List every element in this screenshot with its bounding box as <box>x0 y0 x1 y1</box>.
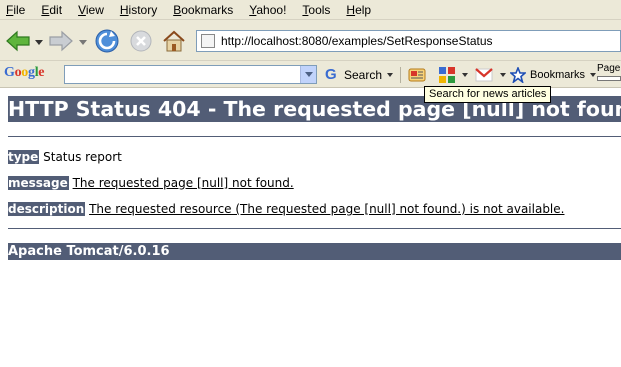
url-text: http://localhost:8080/examples/SetRespon… <box>221 34 493 48</box>
gmail-icon[interactable] <box>475 66 493 84</box>
pagerank-bar <box>597 76 621 81</box>
menu-view[interactable]: View <box>78 0 104 20</box>
stop-icon <box>130 30 152 52</box>
type-value: Status report <box>43 150 122 164</box>
google-logo[interactable]: Google <box>4 65 45 81</box>
google-apps-icon[interactable] <box>438 66 456 84</box>
toolbar-separator <box>400 67 401 83</box>
forward-arrow-icon <box>49 30 73 52</box>
bookmarks-dropdown-arrow <box>590 72 597 77</box>
menu-help[interactable]: Help <box>346 0 371 20</box>
divider <box>8 136 621 137</box>
pagerank-label: PageRank <box>597 64 621 74</box>
divider <box>8 228 621 229</box>
tooltip: Search for news articles <box>424 86 552 103</box>
menu-yahoo[interactable]: Yahoo! <box>249 0 286 20</box>
bookmarks-button[interactable]: Bookmarks <box>510 65 597 84</box>
reload-button[interactable] <box>93 27 121 55</box>
google-toolbar: Google G Search Bookmarks Page <box>0 62 621 88</box>
page-favicon-icon <box>201 34 215 48</box>
reload-icon <box>95 29 119 53</box>
bookmarks-label: Bookmarks <box>530 68 586 81</box>
menu-bookmarks[interactable]: Bookmarks <box>173 0 233 20</box>
type-row: type Status report <box>8 150 122 165</box>
description-value: The requested resource (The requested pa… <box>89 202 565 216</box>
message-row: message The requested page [null] not fo… <box>8 176 294 191</box>
bookmark-star-icon <box>510 66 526 83</box>
message-value: The requested page [null] not found. <box>72 176 294 190</box>
description-label: description <box>8 202 86 216</box>
type-label: type <box>8 150 40 164</box>
back-history-dropdown[interactable] <box>35 38 43 46</box>
gmail-dropdown-arrow[interactable] <box>500 73 506 77</box>
search-history-dropdown[interactable] <box>300 66 316 83</box>
menu-history[interactable]: History <box>120 0 157 20</box>
google-search-input[interactable] <box>64 65 317 84</box>
menu-tools[interactable]: Tools <box>302 0 330 20</box>
address-bar[interactable]: http://localhost:8080/examples/SetRespon… <box>196 30 621 52</box>
google-search-button[interactable]: G Search <box>325 65 394 84</box>
search-button-label: Search <box>344 67 383 82</box>
news-icon[interactable] <box>408 66 426 84</box>
page-content: HTTP Status 404 - The requested page [nu… <box>0 89 621 367</box>
stop-button[interactable] <box>127 27 155 55</box>
search-options-arrow[interactable] <box>387 72 394 77</box>
menu-edit[interactable]: Edit <box>41 0 62 20</box>
back-button[interactable] <box>4 27 32 55</box>
message-label: message <box>8 176 69 190</box>
browser-chrome: File Edit View History Bookmarks Yahoo! … <box>0 0 621 88</box>
forward-history-dropdown[interactable] <box>79 38 87 46</box>
description-row: description The requested resource (The … <box>8 202 564 217</box>
menu-file[interactable]: File <box>6 0 25 20</box>
apps-dropdown-arrow[interactable] <box>462 73 468 77</box>
menu-bar: File Edit View History Bookmarks Yahoo! … <box>0 0 621 20</box>
server-footer: Apache Tomcat/6.0.16 <box>8 243 621 260</box>
back-arrow-icon <box>6 30 30 52</box>
google-g-icon: G <box>325 65 337 83</box>
home-button[interactable] <box>160 27 188 55</box>
forward-button[interactable] <box>47 27 75 55</box>
navigation-toolbar: http://localhost:8080/examples/SetRespon… <box>0 21 621 61</box>
home-icon <box>163 30 185 52</box>
